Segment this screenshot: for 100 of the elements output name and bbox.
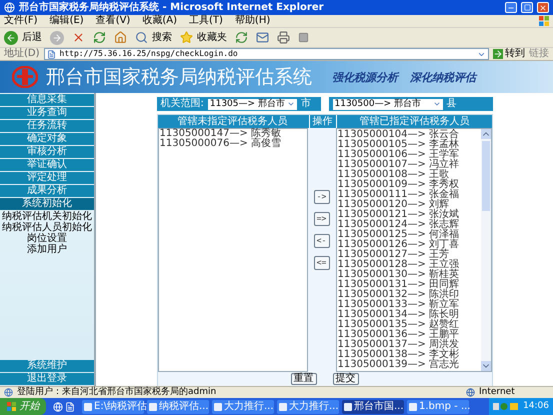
status-text: 登陆用户：来自河北省邢台市国家税务局的admin bbox=[17, 387, 218, 398]
list-option[interactable]: 11305000105—> 李孟林 bbox=[336, 140, 480, 150]
menu-item[interactable]: 帮助(H) bbox=[234, 15, 270, 27]
refresh-icon[interactable] bbox=[93, 31, 106, 44]
form-button[interactable]: 重置 bbox=[290, 373, 316, 385]
address-field[interactable]: http://75.36.16.25/nspg/checkLogin.do bbox=[44, 48, 489, 60]
clock: 14:06 bbox=[523, 401, 549, 412]
move-button[interactable]: => bbox=[314, 212, 330, 226]
menu-item[interactable]: 工具(T) bbox=[189, 15, 223, 27]
list-option[interactable]: 11305000120—> 刘辉 bbox=[336, 200, 480, 210]
dropdown-icon bbox=[432, 100, 440, 108]
filter-label: 机关范围: bbox=[160, 98, 204, 110]
list-option[interactable]: 11305000138—> 李文彬 bbox=[336, 350, 480, 360]
sidebar-item[interactable]: 举证确认 bbox=[0, 159, 94, 171]
list-option[interactable]: 11305000131—> 田同辉 bbox=[336, 280, 480, 290]
list-option[interactable]: 11305000076—> 高俊雪 bbox=[158, 139, 306, 149]
sidebar-subitem[interactable]: 纳税评估机关初始化 bbox=[0, 211, 94, 222]
sidebar-item[interactable]: 退出登录 bbox=[0, 373, 94, 385]
list-option[interactable]: 11305000139—> 宫志光 bbox=[336, 360, 480, 370]
column-header: 管辖已指定评估税务人员 bbox=[358, 115, 470, 128]
list-option[interactable]: 11305000135—> 赵赞红 bbox=[336, 320, 480, 330]
minimize-button[interactable] bbox=[505, 2, 517, 13]
list-option[interactable]: 11305000121—> 张汝斌 bbox=[336, 210, 480, 220]
list-option[interactable]: 11305000109—> 李秀权 bbox=[336, 180, 480, 190]
list-option[interactable]: 11305000136—> 王鹏平 bbox=[336, 330, 480, 340]
close-icon bbox=[539, 4, 547, 12]
list-option[interactable]: 11305000111—> 张金福 bbox=[336, 190, 480, 200]
sidebar-item[interactable]: 审核分析 bbox=[0, 146, 94, 158]
taskbar-button[interactable]: 大力推行... bbox=[212, 400, 274, 414]
taskbar-button[interactable]: 大力推行... bbox=[277, 400, 339, 414]
list-option[interactable]: 11305000133—> 靳立军 bbox=[336, 300, 480, 310]
document-icon[interactable] bbox=[65, 402, 75, 412]
move-button[interactable]: -> bbox=[314, 190, 330, 204]
form-button[interactable]: 提交 bbox=[332, 373, 358, 385]
mail-icon[interactable] bbox=[256, 31, 269, 44]
sidebar-item[interactable]: 确定对象 bbox=[0, 133, 94, 145]
maximize-icon bbox=[524, 4, 530, 11]
list-option[interactable]: 11305000127—> 王芳 bbox=[336, 250, 480, 260]
list-option[interactable]: 11305000134—> 陈长明 bbox=[336, 310, 480, 320]
list-option[interactable]: 11305000132—> 陈洪印 bbox=[336, 290, 480, 300]
column-header: 操作 bbox=[308, 115, 336, 128]
county-select[interactable]: 1130500—> 邢台市 bbox=[332, 98, 442, 110]
list-option[interactable]: 11305000137—> 周洪发 bbox=[336, 340, 480, 350]
browser-icon bbox=[4, 2, 15, 13]
globe-icon[interactable] bbox=[53, 402, 63, 412]
taskbar-button[interactable]: 纳税评估... bbox=[147, 400, 209, 414]
search-icon bbox=[135, 31, 148, 44]
sidebar-item[interactable]: 系统初始化 bbox=[0, 198, 94, 210]
maximize-button[interactable] bbox=[521, 2, 533, 13]
star-icon bbox=[180, 31, 193, 44]
start-button[interactable]: 开始 bbox=[0, 398, 46, 415]
city-select[interactable]: 11305—> 邢台市 bbox=[208, 98, 297, 110]
sidebar-subitem[interactable]: 添加用户 bbox=[0, 244, 94, 255]
list-option[interactable]: 11305000130—> 靳桂英 bbox=[336, 270, 480, 280]
scrollbar[interactable] bbox=[480, 129, 490, 371]
list-option[interactable]: 11305000147—> 陈秀敏 bbox=[158, 129, 306, 139]
window-icon bbox=[279, 402, 287, 410]
zone-text: Internet bbox=[479, 387, 516, 398]
list-option[interactable]: 11305000125—> 何泽福 bbox=[336, 230, 480, 240]
home-icon[interactable] bbox=[114, 31, 127, 44]
menu-item[interactable]: 查看(V) bbox=[96, 15, 130, 27]
move-button[interactable]: <= bbox=[314, 256, 330, 270]
sidebar-item[interactable]: 业务查询 bbox=[0, 107, 94, 119]
sidebar-item[interactable]: 评定处理 bbox=[0, 172, 94, 184]
sidebar-item[interactable]: 任务流转 bbox=[0, 120, 94, 132]
sidebar-item[interactable]: 系统维护 bbox=[0, 360, 94, 372]
menu-item[interactable]: 文件(F) bbox=[4, 15, 38, 27]
window-icon bbox=[344, 402, 352, 410]
list-option[interactable]: 11305000108—> 王歌 bbox=[336, 170, 480, 180]
back-button[interactable]: 后退 bbox=[4, 30, 42, 44]
move-button[interactable]: <- bbox=[314, 234, 330, 248]
menu-item[interactable]: 收藏(A) bbox=[142, 15, 177, 27]
forward-arrow-icon bbox=[52, 32, 62, 42]
list-option[interactable]: 11305000126—> 刘丁喜 bbox=[336, 240, 480, 250]
window-icon bbox=[409, 402, 417, 410]
list-option[interactable]: 11305000106—> 王学军 bbox=[336, 150, 480, 160]
window-icon bbox=[214, 402, 222, 410]
close-button[interactable] bbox=[537, 2, 549, 13]
unassigned-list[interactable]: 11305000147—> 陈秀敏 11305000076—> 高俊雪 bbox=[158, 128, 308, 372]
list-option[interactable]: 11305000107—> 冯立祥 bbox=[336, 160, 480, 170]
print-icon[interactable] bbox=[277, 31, 290, 44]
tray-icons-drawing bbox=[493, 402, 520, 411]
column-header: 管辖未指定评估税务人员 bbox=[176, 115, 288, 128]
windows-logo-icon bbox=[6, 402, 16, 411]
list-option[interactable]: 11305000124—> 张志辉 bbox=[336, 220, 480, 230]
sidebar-item[interactable]: 信息采集 bbox=[0, 94, 94, 106]
stop-icon[interactable] bbox=[72, 31, 85, 44]
list-option[interactable]: 11305000128—> 王立强 bbox=[336, 260, 480, 270]
list-option[interactable]: 11305000104—> 张云合 bbox=[336, 130, 480, 140]
go-button[interactable]: 转到 bbox=[493, 48, 525, 60]
sidebar-item[interactable]: 成果分析 bbox=[0, 185, 94, 197]
search-button[interactable]: 搜索 bbox=[135, 31, 172, 44]
sidebar-subitem[interactable]: 纳税评估人员初始化 bbox=[0, 222, 94, 233]
menu-item[interactable]: 编辑(E) bbox=[50, 15, 84, 27]
taskbar-button[interactable]: 1.bmp - ... bbox=[407, 400, 469, 414]
assigned-list[interactable] bbox=[336, 128, 492, 372]
favorites-button[interactable]: 收藏夹 bbox=[180, 31, 227, 44]
taskbar-button[interactable]: 邢台市国... bbox=[342, 400, 404, 414]
scrollbar-thumb[interactable] bbox=[482, 141, 490, 211]
sidebar-subitem[interactable]: 岗位设置 bbox=[0, 233, 94, 244]
